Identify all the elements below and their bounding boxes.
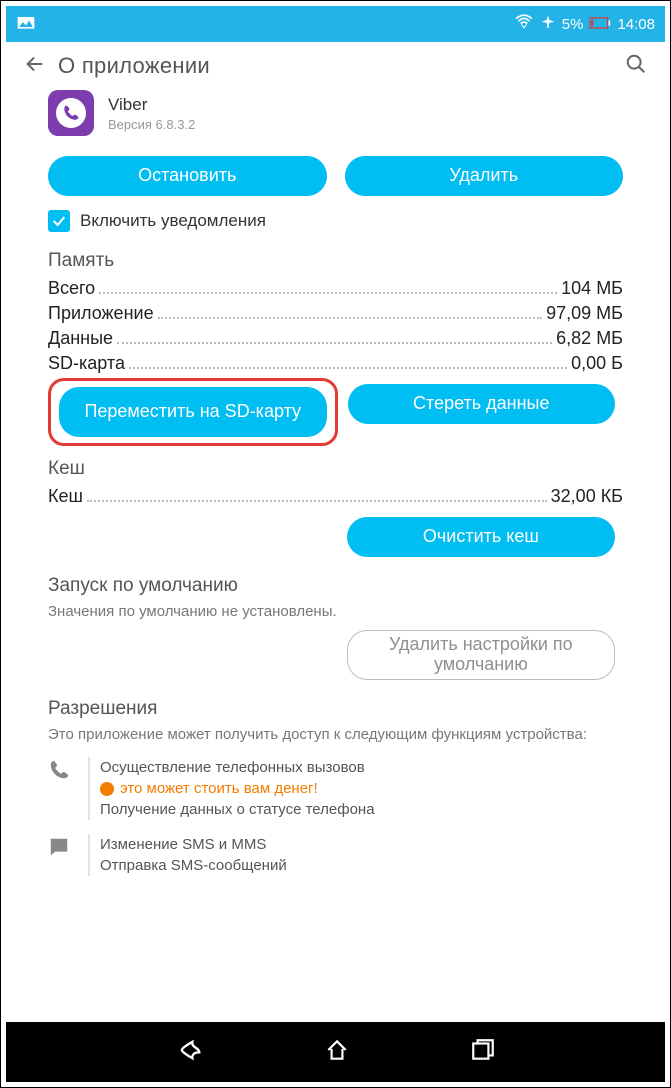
screenshot-icon xyxy=(16,13,36,35)
defaults-desc: Значения по умолчанию не установлены. xyxy=(48,603,623,620)
search-icon[interactable] xyxy=(625,53,647,80)
row-total: Всего104 МБ xyxy=(48,278,623,299)
perm-phone-warn: это может стоить вам денег! xyxy=(100,778,375,799)
move-to-sd-button[interactable]: Переместить на SD-карту xyxy=(59,387,327,437)
navigation-bar xyxy=(6,1022,665,1082)
battery-icon xyxy=(589,16,611,33)
clear-data-button[interactable]: Стереть данные xyxy=(348,384,616,424)
permissions-section: Разрешения Это приложение может получить… xyxy=(40,698,631,876)
status-bar: 5% 14:08 xyxy=(6,6,665,42)
clear-defaults-button[interactable]: Удалить настройки по умолчанию xyxy=(347,630,615,680)
nav-recent-icon[interactable] xyxy=(470,1037,496,1068)
cache-title: Кеш xyxy=(48,458,623,480)
memory-title: Память xyxy=(48,250,623,272)
row-sd: SD-карта0,00 Б xyxy=(48,353,623,374)
permissions-title: Разрешения xyxy=(48,698,623,720)
notifications-label: Включить уведомления xyxy=(80,211,266,231)
check-icon xyxy=(48,210,70,232)
viber-icon xyxy=(48,90,94,136)
row-cache: Кеш32,00 КБ xyxy=(48,486,623,507)
perm-phone-line1: Осуществление телефонных вызовов xyxy=(100,757,375,778)
battery-percent: 5% xyxy=(562,16,584,33)
defaults-title: Запуск по умолчанию xyxy=(48,575,623,597)
defaults-section: Запуск по умолчанию Значения по умолчани… xyxy=(40,575,631,680)
coin-icon xyxy=(100,782,114,796)
nav-back-icon[interactable] xyxy=(176,1036,204,1069)
perm-sms-line2: Отправка SMS-сообщений xyxy=(100,855,287,876)
perm-sms-line1: Изменение SMS и MMS xyxy=(100,834,287,855)
wifi-icon xyxy=(514,14,534,34)
cache-section: Кеш Кеш32,00 КБ Очистить кеш xyxy=(40,458,631,557)
clock-text: 14:08 xyxy=(617,16,655,33)
perm-phone-line2: Получение данных о статусе телефона xyxy=(100,799,375,820)
app-version: Версия 6.8.3.2 xyxy=(108,117,195,132)
app-name: Viber xyxy=(108,95,195,115)
memory-section: Память Всего104 МБ Приложение97,09 МБ Да… xyxy=(40,250,631,440)
page-title: О приложении xyxy=(58,53,210,79)
phone-icon xyxy=(48,759,76,820)
clear-cache-button[interactable]: Очистить кеш xyxy=(347,517,615,557)
perm-sms: Изменение SMS и MMS Отправка SMS-сообщен… xyxy=(48,834,623,876)
row-app: Приложение97,09 МБ xyxy=(48,303,623,324)
perm-phone: Осуществление телефонных вызовов это мож… xyxy=(48,757,623,820)
airplane-icon xyxy=(540,14,556,34)
sms-icon xyxy=(48,836,76,876)
nav-home-icon[interactable] xyxy=(324,1037,350,1068)
permissions-desc: Это приложение может получить доступ к с… xyxy=(48,726,623,743)
uninstall-button[interactable]: Удалить xyxy=(345,156,624,196)
row-data: Данные6,82 МБ xyxy=(48,328,623,349)
back-icon[interactable] xyxy=(24,53,46,80)
stop-button[interactable]: Остановить xyxy=(48,156,327,196)
notifications-checkbox[interactable]: Включить уведомления xyxy=(40,210,631,232)
app-header: Viber Версия 6.8.3.2 xyxy=(40,90,631,138)
app-bar: О приложении xyxy=(6,42,665,90)
